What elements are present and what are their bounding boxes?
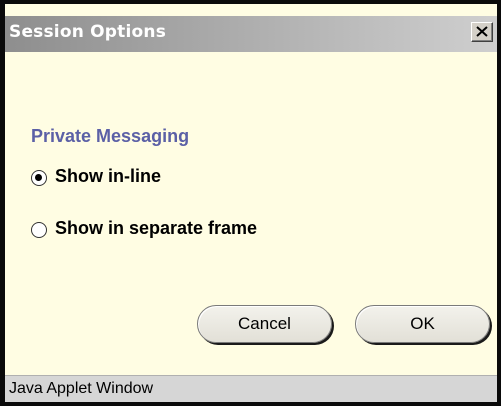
radio-dot	[35, 174, 42, 181]
session-options-dialog: Session Options Private Messaging Show i…	[0, 0, 501, 406]
radio-label: Show in separate frame	[55, 218, 258, 238]
close-icon	[476, 26, 488, 37]
title-bar[interactable]: Session Options	[5, 16, 497, 52]
radio-button-selected[interactable]	[31, 170, 47, 186]
window-title: Session Options	[9, 22, 167, 42]
status-text: Java Applet Window	[9, 380, 154, 397]
cancel-button[interactable]: Cancel	[197, 305, 332, 343]
radio-label: Show in-line	[55, 166, 161, 186]
ok-button[interactable]: OK	[355, 305, 490, 343]
dialog-content: Private Messaging Show in-line Show in s…	[5, 52, 497, 376]
close-button[interactable]	[471, 22, 493, 42]
status-bar: Java Applet Window	[5, 375, 497, 402]
section-heading: Private Messaging	[31, 126, 190, 146]
radio-button[interactable]	[31, 222, 47, 238]
